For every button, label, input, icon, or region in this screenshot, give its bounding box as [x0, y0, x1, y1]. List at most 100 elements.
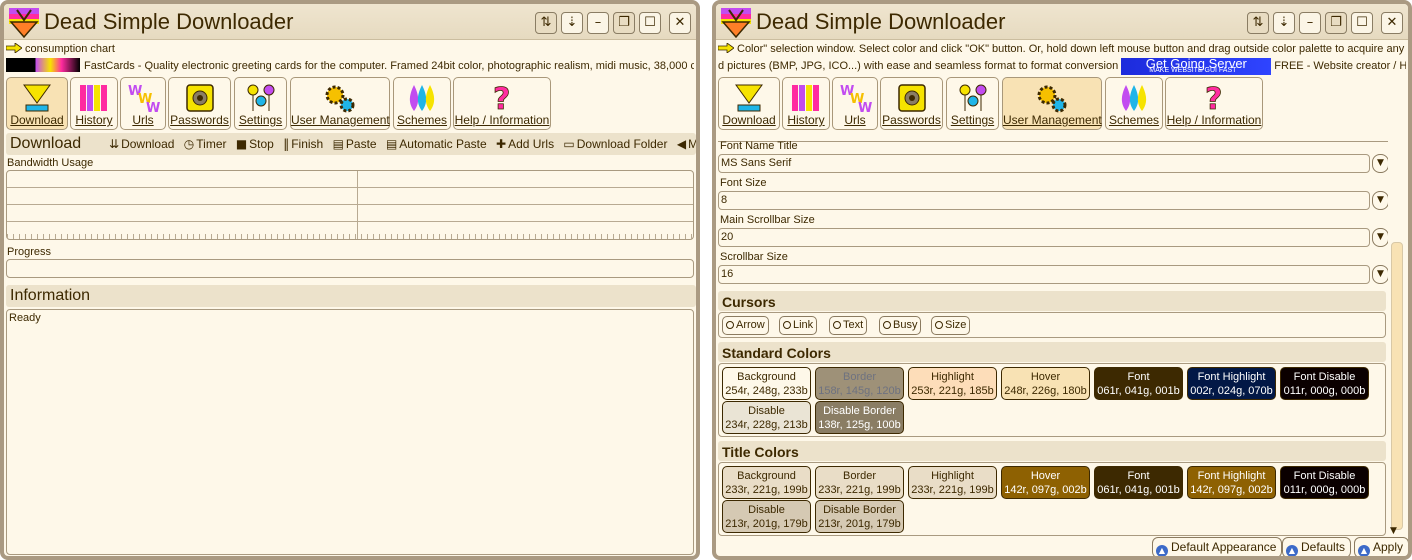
standard-swatch-font[interactable]: Font 061r, 041g, 001b	[1094, 367, 1183, 400]
toolbar-help[interactable]: ? Help / Information	[1165, 77, 1263, 130]
scroll-down-icon[interactable]: ▼	[1390, 526, 1397, 536]
apply-button[interactable]: ▲ Apply	[1354, 537, 1408, 556]
toolbar-settings[interactable]: Settings	[234, 77, 287, 130]
cursor-option-link[interactable]: Link	[779, 316, 818, 335]
progress-bar	[6, 259, 694, 278]
toolbar-passwords[interactable]: Passwords	[880, 77, 943, 130]
radio-icon	[783, 321, 791, 329]
title-bar[interactable]: Dead Simple Downloader ⇅ ⇣ – ❐ ☐ ✕	[4, 4, 696, 40]
swatch-name: Disable	[748, 504, 785, 516]
action-finish[interactable]: ‖ Finish	[283, 137, 323, 151]
ad-banner[interactable]: Get Going Server MAKE WEBSITE GUI FAST	[1121, 58, 1272, 75]
standard-swatch-disable-border[interactable]: Disable Border 138r, 125g, 100b	[815, 401, 904, 434]
title-bar[interactable]: Dead Simple Downloader ⇅ ⇣ – ❐ ☐ ✕	[716, 4, 1408, 40]
toolbar-urls[interactable]: WWW Urls	[120, 77, 166, 130]
title-swatch-hover[interactable]: Hover 142r, 097g, 002b	[1001, 466, 1090, 499]
action-paste[interactable]: ▤ Paste	[333, 137, 377, 151]
swatch-rgb-value: 142r, 097g, 002b	[1190, 484, 1273, 496]
ad-text[interactable]: FastCards - Quality electronic greeting …	[84, 60, 694, 72]
action-timer-label: Timer	[196, 137, 227, 151]
font-size-select[interactable]: 8	[718, 191, 1370, 210]
toolbar-schemes-label: Schemes	[1108, 113, 1160, 127]
paint-drops-icon	[409, 85, 435, 111]
download-arrow-icon	[23, 84, 51, 112]
minimize-button[interactable]: –	[587, 12, 609, 34]
chevron-down-icon[interactable]: ▼	[1372, 154, 1389, 173]
action-download[interactable]: ⇊ Download	[109, 137, 174, 151]
scrollbar-thumb[interactable]	[1391, 242, 1403, 530]
maximize-button[interactable]: ☐	[639, 12, 661, 34]
toolbar-download[interactable]: Download	[718, 77, 780, 130]
default-appearance-button[interactable]: ▲ Default Appearance	[1152, 537, 1283, 556]
toolbar-history[interactable]: History	[70, 77, 118, 130]
title-swatch-border[interactable]: Border 233r, 221g, 199b	[815, 466, 904, 499]
toolbar-user-management[interactable]: User Management	[290, 77, 390, 130]
action-stop[interactable]: ■ Stop	[236, 137, 274, 151]
swatch-name: Background	[737, 470, 796, 482]
standard-colors-title: Standard Colors	[722, 345, 831, 361]
question-icon: ?	[1205, 82, 1223, 115]
toolbar-download[interactable]: Download	[6, 77, 68, 130]
standard-swatch-border[interactable]: Border 158r, 145g, 120b	[815, 367, 904, 400]
main-scrollbar-size-select[interactable]: 20	[718, 228, 1370, 247]
title-swatch-font[interactable]: Font 061r, 041g, 001b	[1094, 466, 1183, 499]
ad-bar[interactable]: FastCards - Quality electronic greeting …	[6, 58, 694, 75]
chevron-down-icon[interactable]: ▼	[1372, 265, 1389, 284]
cursor-option-size[interactable]: Size	[931, 316, 971, 335]
action-download-folder[interactable]: ▭ Download Folder	[563, 137, 667, 151]
title-swatch-highlight[interactable]: Highlight 233r, 221g, 199b	[908, 466, 997, 499]
title-swatch-font-highlight[interactable]: Font Highlight 142r, 097g, 002b	[1187, 466, 1276, 499]
refresh-button[interactable]: ⇅	[1247, 12, 1269, 34]
standard-swatch-hover[interactable]: Hover 248r, 226g, 180b	[1001, 367, 1090, 400]
swatch-name: Font	[1127, 371, 1150, 383]
action-mute[interactable]: ◀Mute	[677, 137, 696, 151]
refresh-button[interactable]: ⇅	[535, 12, 557, 34]
title-swatch-disable[interactable]: Disable 213r, 201g, 179b	[722, 500, 811, 533]
chevron-down-icon[interactable]: ▼	[1372, 228, 1389, 247]
action-automatic-paste[interactable]: ▤ Automatic Paste	[386, 137, 487, 151]
restore-button[interactable]: ❐	[613, 12, 635, 34]
vertical-scrollbar[interactable]: ▼	[1388, 132, 1406, 536]
restore-button[interactable]: ❐	[1325, 12, 1347, 34]
close-button[interactable]: ✕	[669, 12, 691, 34]
standard-swatch-font-disable[interactable]: Font Disable 011r, 000g, 000b	[1280, 367, 1369, 400]
cursor-option-text[interactable]: Text	[829, 316, 868, 335]
close-button[interactable]: ✕	[1381, 12, 1403, 34]
bandwidth-chart	[6, 170, 694, 240]
toolbar-schemes[interactable]: Schemes	[393, 77, 451, 130]
toolbar-download-label: Download	[10, 113, 64, 127]
toolbar-schemes[interactable]: Schemes	[1105, 77, 1163, 130]
main-toolbar: Download History WWW Urls Passwords Sett…	[718, 77, 1408, 131]
standard-swatch-highlight[interactable]: Highlight 253r, 221g, 185b	[908, 367, 997, 400]
minimize-button[interactable]: –	[1299, 12, 1321, 34]
cursor-option-busy[interactable]: Busy	[879, 316, 922, 335]
standard-swatch-background[interactable]: Background 254r, 248g, 233b	[722, 367, 811, 400]
sort-button[interactable]: ⇣	[561, 12, 583, 34]
title-swatch-disable-border[interactable]: Disable Border 213r, 201g, 179b	[815, 500, 904, 533]
toolbar-passwords[interactable]: Passwords	[168, 77, 231, 130]
action-timer[interactable]: ◷ Timer	[184, 137, 227, 151]
standard-swatch-font-highlight[interactable]: Font Highlight 002r, 024g, 070b	[1187, 367, 1276, 400]
font-name-title-select[interactable]: MS Sans Serif	[718, 154, 1370, 173]
main-window-download: Dead Simple Downloader ⇅ ⇣ – ❐ ☐ ✕ consu…	[0, 0, 700, 560]
svg-text:?: ?	[1205, 82, 1222, 115]
scrollbar-size-select[interactable]: 16	[718, 265, 1370, 284]
apply-label: Apply	[1373, 540, 1404, 554]
chevron-down-icon[interactable]: ▼	[1372, 191, 1389, 210]
maximize-button[interactable]: ☐	[1351, 12, 1373, 34]
toolbar-history[interactable]: History	[782, 77, 830, 130]
ad-text-2[interactable]: FREE - Website creator / HTML	[1274, 60, 1406, 72]
toolbar-urls[interactable]: WWW Urls	[832, 77, 878, 130]
action-add-urls[interactable]: ✚ Add Urls	[496, 137, 554, 151]
title-swatch-background[interactable]: Background 233r, 221g, 199b	[722, 466, 811, 499]
toolbar-user-management[interactable]: User Management	[1002, 77, 1102, 130]
ad-text-1[interactable]: d pictures (BMP, JPG, ICO...) with ease …	[718, 60, 1118, 72]
sort-button[interactable]: ⇣	[1273, 12, 1295, 34]
toolbar-help[interactable]: ? Help / Information	[453, 77, 551, 130]
toolbar-settings[interactable]: Settings	[946, 77, 999, 130]
cursor-option-arrow[interactable]: Arrow	[722, 316, 769, 335]
standard-swatch-disable[interactable]: Disable 234r, 228g, 213b	[722, 401, 811, 434]
ad-bar[interactable]: d pictures (BMP, JPG, ICO...) with ease …	[718, 58, 1406, 76]
title-swatch-font-disable[interactable]: Font Disable 011r, 000g, 000b	[1280, 466, 1369, 499]
defaults-button[interactable]: ▲ Defaults	[1282, 537, 1352, 556]
